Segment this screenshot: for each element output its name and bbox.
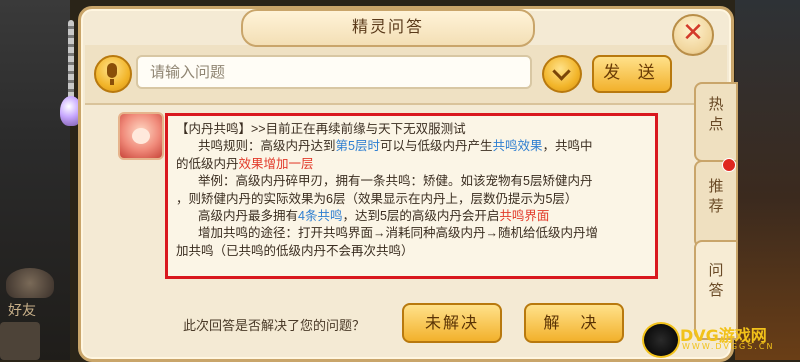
highlight-resonance-effect: 共鸣效果 <box>492 139 543 154</box>
question-input[interactable] <box>136 55 532 89</box>
tab-recommend[interactable]: 推 荐 <box>694 158 738 248</box>
site-watermark: DVG游戏网 WWW.DVGGS.CN <box>640 318 800 358</box>
highlight-resonance-ui: 共鸣界面 <box>499 209 550 224</box>
answer-max-line: 高级内丹最多拥有4条共鸣，达到5层的高级内丹会开启共鸣界面 <box>198 209 550 224</box>
send-button[interactable]: 发 送 <box>592 55 672 93</box>
unsolved-button[interactable]: 未解决 <box>402 303 502 343</box>
watermark-logo-icon <box>642 322 680 358</box>
answer-heading: 【内丹共鸣】>>目前正在再续前缘与天下无双服测试 <box>176 122 466 136</box>
answer-rule-line: 共鸣规则：高级内丹达到第5层时可以与低级内丹产生共鸣效果，共鸣中 <box>198 139 593 154</box>
watermark-sub: WWW.DVGGS.CN <box>682 342 775 351</box>
highlight-layer5: 第5层时 <box>335 139 380 154</box>
tab-hot-label-1: 热 <box>708 95 724 113</box>
feedback-question: 此次回答是否解决了您的问题？ <box>183 318 366 333</box>
highlight-four-resonances: 4条共鸣 <box>298 209 343 224</box>
answer-rule-cont: 的低级内丹效果增加一层 <box>176 156 314 171</box>
dialog-title: 精灵问答 <box>351 17 424 36</box>
answer-method-cont: 加共鸣（已共鸣的低级内丹不会再次共鸣） <box>176 243 414 258</box>
menu-corner-icon[interactable] <box>0 322 40 360</box>
microphone-stand <box>110 79 114 85</box>
highlight-effect-plus-one: 效果增加一层 <box>238 156 314 171</box>
answer-panel: 【内丹共鸣】>>目前正在再续前缘与天下无双服测试 共鸣规则：高级内丹达到第5层时… <box>165 113 658 279</box>
friend-avatar-icon[interactable] <box>6 268 54 298</box>
tab-qa-label-2: 答 <box>708 281 724 299</box>
tab-hot[interactable]: 热 点 <box>694 82 738 162</box>
avatar-face <box>132 128 150 144</box>
solved-button[interactable]: 解 决 <box>524 303 624 343</box>
game-background-right <box>735 0 800 360</box>
tab-recommend-label-1: 推 <box>708 177 724 195</box>
answer-example-cont: ，则矫健内丹的实际效果为6层（效果显示在内丹上，层数仍提示为5层） <box>176 191 578 206</box>
voice-input-button[interactable] <box>94 55 132 93</box>
answer-method-line: 增加共鸣的途径：打开共鸣界面→消耗同种高级内丹→随机给低级内丹增 <box>198 226 599 241</box>
history-dropdown-button[interactable] <box>542 55 582 93</box>
close-icon: ✕ <box>682 18 704 48</box>
tab-hot-label-2: 点 <box>708 115 724 133</box>
tab-recommend-label-2: 荐 <box>708 197 724 215</box>
notification-dot-icon <box>722 158 736 172</box>
microphone-icon <box>107 63 117 78</box>
title-bar: 精灵问答 <box>241 9 535 47</box>
friend-label[interactable]: 好友 <box>8 300 36 320</box>
chevron-down-icon <box>552 62 571 81</box>
answer-example-line: 举例：高级内丹碎甲刃，拥有一条共鸣：矫健。如该宠物有5层矫健内丹 <box>198 174 593 189</box>
close-button[interactable]: ✕ <box>672 14 714 56</box>
spirit-avatar <box>118 112 164 160</box>
tab-qa-label-1: 问 <box>708 261 724 279</box>
